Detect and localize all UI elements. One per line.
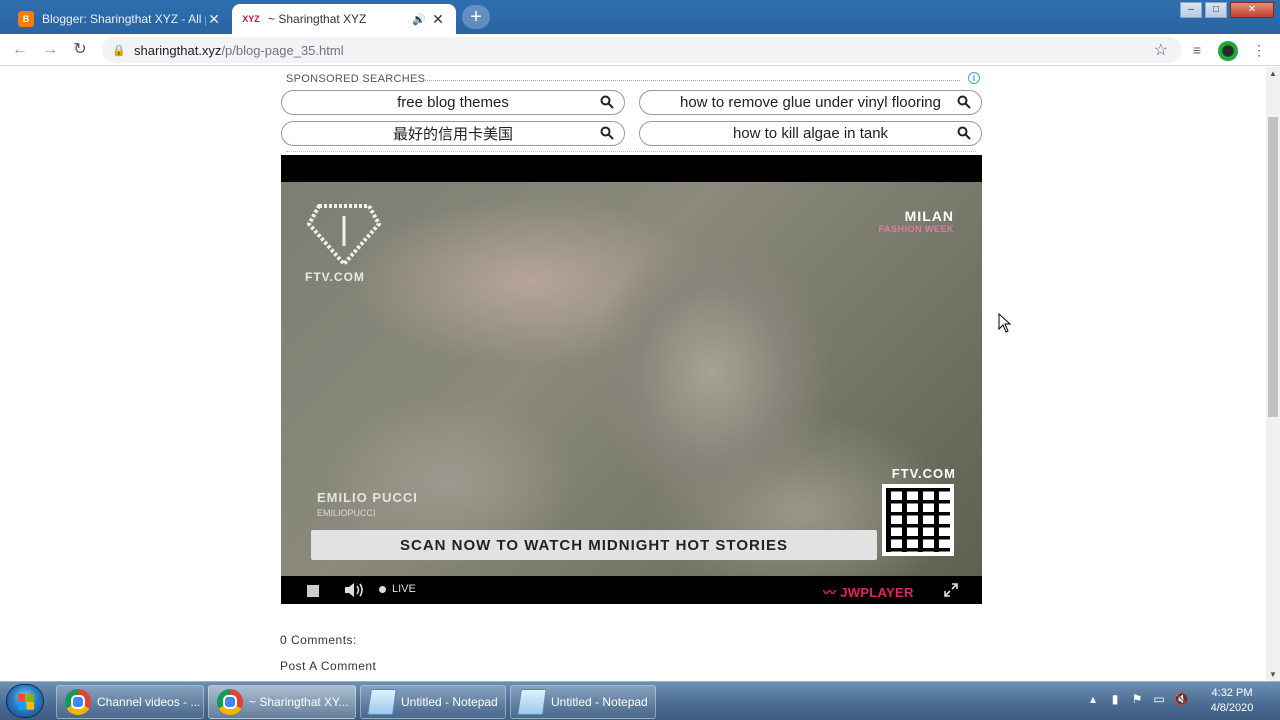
- start-button[interactable]: [6, 684, 44, 718]
- reload-icon[interactable]: ↻: [70, 40, 90, 60]
- scrollbar-thumb[interactable]: [1268, 117, 1278, 417]
- windows-taskbar: Channel videos - ... ~ Sharingthat XY...…: [0, 681, 1280, 720]
- player-controls: LIVE 〰 JWPLAYER: [281, 576, 982, 604]
- close-tab-icon[interactable]: ✕: [206, 11, 222, 28]
- lock-icon: 🔒: [112, 44, 126, 57]
- search-icon: [957, 95, 971, 109]
- video-player[interactable]: FTV.COM MILAN FASHION WEEK FTV.COM EMILI…: [281, 155, 982, 604]
- network-icon[interactable]: ▭: [1152, 692, 1166, 706]
- search-icon: [600, 126, 614, 140]
- new-tab-button[interactable]: +: [462, 5, 490, 29]
- volume-icon[interactable]: [343, 581, 365, 599]
- sponsored-search-pill[interactable]: free blog themes: [281, 90, 625, 115]
- windows-logo-icon: [18, 694, 34, 710]
- system-tray: ▴ ▮ ⚑ ▭ 🔇: [1086, 692, 1189, 706]
- search-icon: [957, 126, 971, 140]
- device-icon[interactable]: ▮: [1108, 692, 1122, 706]
- tab-title: Blogger: Sharingthat XYZ - All pa: [42, 12, 206, 26]
- sponsored-search-pill[interactable]: how to kill algae in tank: [639, 121, 982, 146]
- page-scrollbar[interactable]: ▲ ▼: [1266, 67, 1280, 681]
- taskbar-item-label: ~ Sharingthat XY...: [249, 695, 349, 709]
- tab-blogger[interactable]: B Blogger: Sharingthat XYZ - All pa ✕: [8, 4, 232, 34]
- system-clock[interactable]: 4:32 PM 4/8/2020: [1204, 686, 1260, 716]
- qr-code: [882, 484, 954, 556]
- promo-banner: SCAN NOW TO WATCH MIDNIGHT HOT STORIES: [311, 530, 877, 560]
- chrome-icon: [65, 689, 91, 715]
- media-control-icon[interactable]: ≡: [1188, 42, 1206, 60]
- live-indicator: LIVE: [379, 583, 416, 595]
- show-hidden-icons-icon[interactable]: ▴: [1086, 692, 1100, 706]
- clock-date: 4/8/2020: [1210, 702, 1254, 714]
- designer-handle: EMILIOPUCCI: [317, 508, 376, 518]
- taskbar-item[interactable]: Channel videos - ...: [56, 685, 204, 719]
- close-tab-icon[interactable]: ✕: [430, 11, 446, 28]
- info-icon[interactable]: i: [968, 72, 980, 84]
- sponsored-label: SPONSORED SEARCHES: [286, 73, 426, 85]
- search-pill-label: free blog themes: [397, 94, 509, 111]
- xyz-icon: XYZ: [242, 14, 260, 24]
- minimize-button[interactable]: –: [1180, 2, 1202, 18]
- back-icon[interactable]: ←: [10, 40, 30, 60]
- video-frame[interactable]: FTV.COM MILAN FASHION WEEK FTV.COM EMILI…: [281, 182, 982, 576]
- search-pill-label: how to remove glue under vinyl flooring: [680, 94, 941, 111]
- page-content: SPONSORED SEARCHES i free blog themes ho…: [0, 67, 1266, 681]
- corner-caption: MILAN FASHION WEEK: [878, 208, 954, 234]
- sponsored-search-pill[interactable]: 最好的信用卡美国: [281, 121, 625, 146]
- jwplayer-logo[interactable]: 〰 JWPLAYER: [823, 582, 914, 601]
- ftv-diamond-logo: [307, 204, 381, 266]
- jwplayer-label: JWPLAYER: [840, 585, 914, 600]
- sponsored-divider: [425, 80, 960, 81]
- fullscreen-icon[interactable]: [943, 582, 959, 598]
- blogger-icon: B: [18, 11, 34, 27]
- section-divider: [286, 151, 976, 152]
- sponsored-search-pill[interactable]: how to remove glue under vinyl flooring: [639, 90, 982, 115]
- taskbar-item-label: Channel videos - ...: [97, 695, 201, 709]
- live-dot-icon: [379, 585, 386, 593]
- live-label: LIVE: [392, 583, 416, 595]
- flag-icon[interactable]: ⚑: [1130, 692, 1144, 706]
- url-path: /p/blog-page_35.html: [221, 42, 344, 58]
- taskbar-item-label: Untitled - Notepad: [551, 695, 648, 709]
- search-pill-label: 最好的信用卡美国: [392, 126, 513, 143]
- chrome-icon: [217, 689, 243, 715]
- corner-title: MILAN: [904, 208, 954, 224]
- notepad-icon: [367, 689, 397, 715]
- scroll-down-icon[interactable]: ▼: [1268, 670, 1278, 679]
- taskbar-item[interactable]: ~ Sharingthat XY...: [208, 685, 356, 719]
- mouse-cursor-icon: [998, 313, 1012, 333]
- taskbar-item-label: Untitled - Notepad: [401, 695, 498, 709]
- notepad-icon: [517, 689, 547, 715]
- window-close-button[interactable]: ✕: [1230, 2, 1274, 18]
- extension-icon[interactable]: [1218, 41, 1238, 61]
- screen: B Blogger: Sharingthat XYZ - All pa ✕ XY…: [0, 0, 1280, 720]
- forward-icon[interactable]: →: [40, 40, 60, 60]
- audio-playing-icon[interactable]: 🔊: [412, 13, 430, 26]
- bookmark-star-icon[interactable]: ☆: [1154, 40, 1168, 60]
- address-bar[interactable]: 🔒 sharingthat.xyz/p/blog-page_35.html ☆: [102, 37, 1182, 63]
- search-icon: [600, 95, 614, 109]
- designer-label: EMILIO PUCCI: [317, 490, 418, 505]
- comments-count: 0 Comments:: [280, 633, 357, 647]
- browser-tab-strip: B Blogger: Sharingthat XYZ - All pa ✕ XY…: [0, 0, 1280, 34]
- url-domain: sharingthat.xyz: [134, 42, 222, 58]
- search-pill-label: how to kill algae in tank: [732, 125, 889, 142]
- menu-icon[interactable]: ⋮: [1250, 42, 1268, 60]
- tab-sharingthat[interactable]: XYZ ~ Sharingthat XYZ 🔊 ✕: [232, 4, 456, 34]
- browser-toolbar: ← → ↻ 🔒 sharingthat.xyz/p/blog-page_35.h…: [0, 34, 1280, 66]
- taskbar-item[interactable]: Untitled - Notepad: [510, 685, 656, 719]
- taskbar-item[interactable]: Untitled - Notepad: [360, 685, 506, 719]
- site-label: FTV.COM: [891, 466, 956, 481]
- stop-icon[interactable]: [307, 585, 319, 597]
- clock-time: 4:32 PM: [1211, 687, 1253, 699]
- post-comment-link[interactable]: Post A Comment: [280, 659, 376, 673]
- scroll-up-icon[interactable]: ▲: [1268, 69, 1278, 78]
- maximize-button[interactable]: □: [1205, 2, 1227, 18]
- tab-title: ~ Sharingthat XYZ: [268, 12, 367, 26]
- corner-subtitle: FASHION WEEK: [878, 224, 954, 234]
- volume-muted-icon[interactable]: 🔇: [1174, 692, 1189, 706]
- ftv-watermark: FTV.COM: [305, 270, 365, 284]
